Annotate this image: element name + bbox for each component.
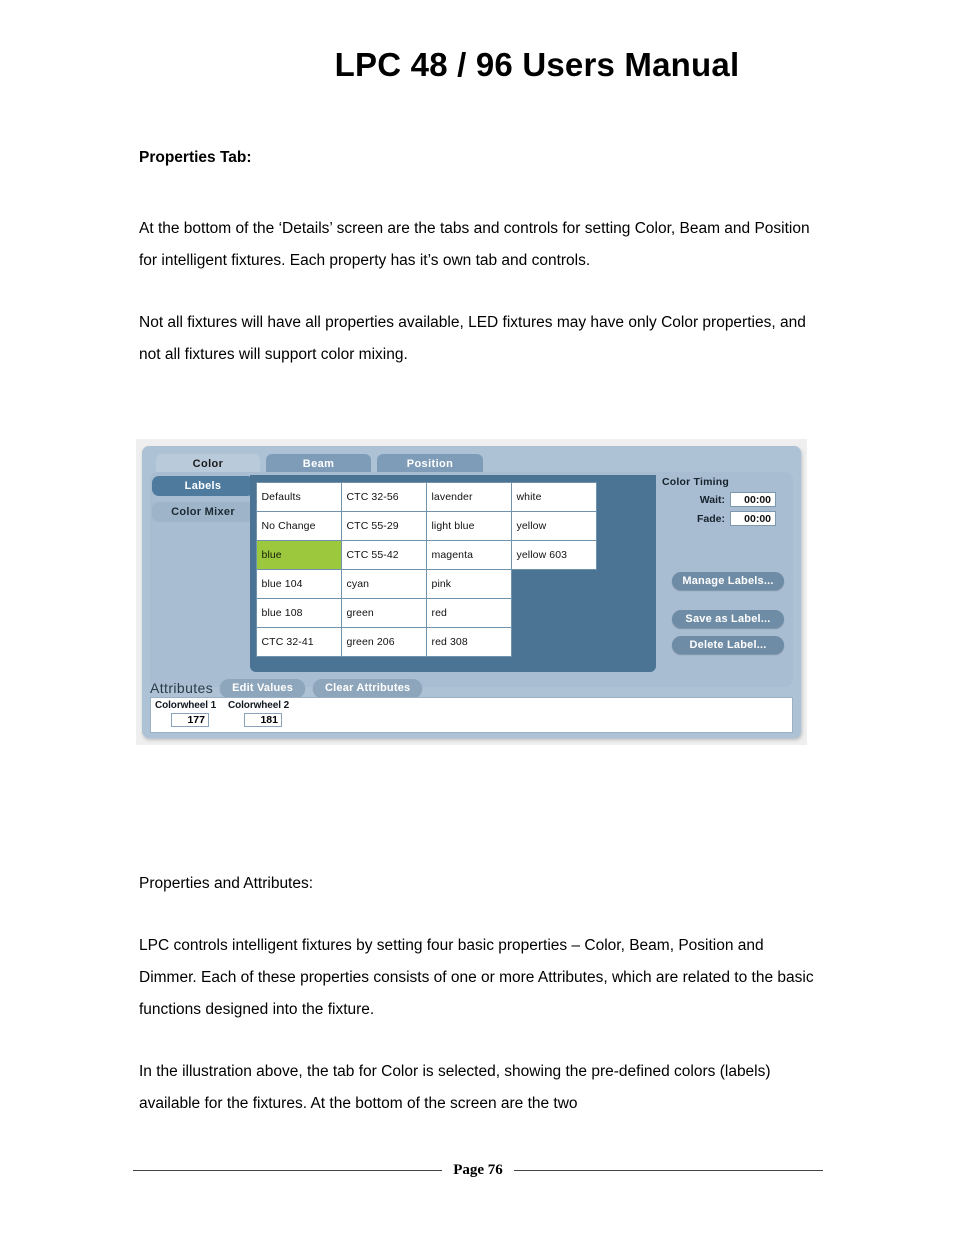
page-number: Page 76 (453, 1162, 503, 1178)
panel-sidebar: Labels Color Mixer (152, 476, 254, 522)
tab-beam[interactable]: Beam (266, 454, 371, 474)
sidebar-item-color-mixer-label: Color Mixer (171, 506, 235, 518)
tab-color-label: Color (192, 458, 224, 470)
paragraph-5: In the illustration above, the tab for C… (139, 1063, 771, 1112)
attributes-panel: Colorwheel 1 177 Colorwheel 2 181 (150, 697, 793, 733)
label-cell[interactable]: red (425, 597, 512, 628)
sidebar-item-labels[interactable]: Labels (152, 476, 254, 496)
tab-position[interactable]: Position (377, 454, 483, 474)
attributes-title: Attributes (150, 680, 214, 696)
fade-label: Fade: (696, 512, 725, 525)
colorwheel-1-value[interactable]: 177 (171, 713, 209, 727)
wait-input[interactable]: 00:00 (730, 492, 776, 507)
label-cell[interactable]: No Change (255, 510, 342, 541)
label-cell[interactable]: CTC 55-42 (340, 539, 427, 570)
clear-attributes-button[interactable]: Clear Attributes (313, 679, 423, 697)
label-cell[interactable]: red 308 (425, 626, 512, 657)
label-cell[interactable]: yellow 603 (510, 539, 597, 570)
fade-row: Fade: 00:00 (660, 511, 790, 526)
attributes-bar: Attributes Edit Values Clear Attributes (150, 678, 793, 698)
attribute-columns: Colorwheel 1 177 Colorwheel 2 181 (151, 698, 792, 727)
label-cell[interactable]: CTC 55-29 (340, 510, 427, 541)
section-heading: Properties Tab: (139, 149, 252, 166)
label-cell[interactable]: CTC 32-56 (340, 481, 427, 512)
properties-tab-screenshot: Color Beam Position Labels Color Mixer D… (136, 439, 807, 745)
label-cell[interactable]: magenta (425, 539, 512, 570)
label-cell[interactable]: blue 104 (255, 568, 342, 599)
label-cell[interactable]: blue 108 (255, 597, 342, 628)
fade-input[interactable]: 00:00 (730, 511, 776, 526)
colorwheel-2-value[interactable]: 181 (244, 713, 282, 727)
sidebar-item-color-mixer[interactable]: Color Mixer (152, 502, 254, 522)
label-cell[interactable]: CTC 32-41 (255, 626, 342, 657)
label-cell-empty (511, 598, 597, 628)
label-grid-container: Defaults CTC 32-56 lavender white No Cha… (250, 475, 656, 672)
tab-color[interactable]: Color (156, 454, 260, 474)
paragraph-2: Not all fixtures will have all propertie… (139, 313, 806, 363)
page-title: LPC 48 / 96 Users Manual (334, 46, 740, 83)
wait-label: Wait: (699, 493, 725, 506)
label-cell[interactable]: cyan (340, 568, 427, 599)
property-tabstrip: Color Beam Position (156, 454, 483, 474)
tab-beam-label: Beam (302, 458, 335, 470)
colorwheel-2-label: Colorwheel 2 (228, 700, 290, 711)
label-cell[interactable]: Defaults (255, 481, 342, 512)
label-cell[interactable]: lavender (425, 481, 512, 512)
color-timing-section: Color Timing Wait: 00:00 Fade: 00:00 Man… (660, 476, 790, 681)
delete-label-button[interactable]: Delete Label... (672, 636, 784, 654)
wait-row: Wait: 00:00 (660, 492, 790, 507)
footer-rule-right (513, 1170, 824, 1171)
document-body-top: Properties Tab: At the bottom of the ‘De… (139, 148, 819, 401)
tab-position-label: Position (406, 458, 454, 470)
label-cell[interactable]: green 206 (340, 626, 427, 657)
color-timing-title: Color Timing (662, 476, 729, 488)
paragraph-3: Properties and Attributes: (139, 875, 314, 892)
page-footer: Page 76 (133, 1162, 824, 1179)
label-cell-selected[interactable]: blue (255, 539, 342, 570)
label-cell-empty (511, 627, 597, 657)
label-cell[interactable]: pink (425, 568, 512, 599)
sidebar-item-labels-label: Labels (184, 480, 222, 492)
label-cell[interactable]: white (510, 481, 597, 512)
colorwheel-1-label: Colorwheel 1 (155, 700, 217, 711)
footer-rule-left (133, 1170, 443, 1171)
label-cell-empty (511, 569, 597, 599)
label-cell[interactable]: light blue (425, 510, 512, 541)
attribute-column: Colorwheel 2 181 (228, 700, 301, 727)
label-cell[interactable]: yellow (510, 510, 597, 541)
edit-values-button[interactable]: Edit Values (220, 679, 306, 697)
paragraph-4: LPC controls intelligent fixtures by set… (139, 937, 814, 1018)
app-window: Color Beam Position Labels Color Mixer D… (142, 446, 801, 738)
save-as-label-button[interactable]: Save as Label... (672, 610, 784, 628)
label-grid: Defaults CTC 32-56 lavender white No Cha… (255, 481, 597, 657)
color-panel: Labels Color Mixer Defaults CTC 32-56 la… (150, 472, 793, 687)
label-cell[interactable]: green (340, 597, 427, 628)
document-body-bottom: Properties and Attributes: LPC controls … (139, 868, 819, 1120)
attribute-column: Colorwheel 1 177 (155, 700, 228, 727)
paragraph-1: At the bottom of the ‘Details’ screen ar… (139, 219, 810, 269)
document-header: LPC 48 / 96 Users Manual (0, 46, 954, 84)
manage-labels-button[interactable]: Manage Labels... (672, 572, 784, 590)
